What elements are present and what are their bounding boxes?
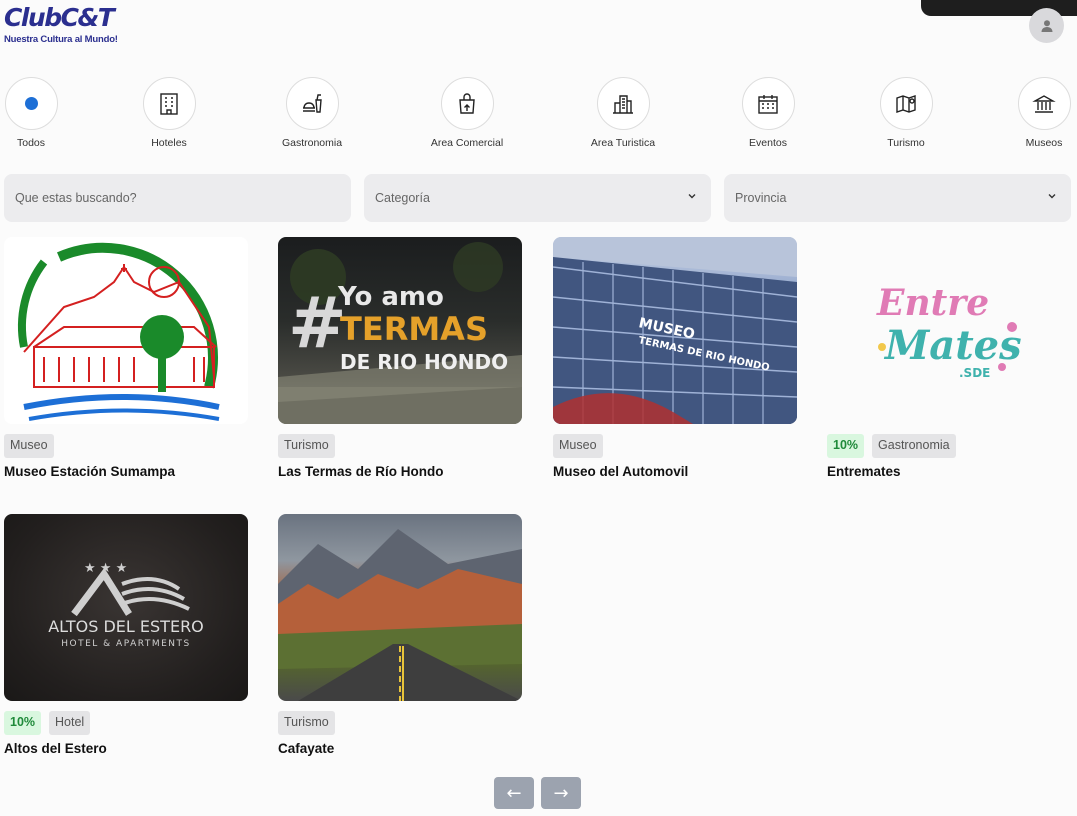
category-tag: Turismo bbox=[278, 711, 335, 735]
category-tag: Gastronomia bbox=[872, 434, 956, 458]
museum-building-image: MUSEO TERMAS DE RIO HONDO bbox=[553, 237, 797, 424]
card-title: Las Termas de Río Hondo bbox=[278, 464, 444, 479]
logo-tagline: Nuestra Cultura al Mundo! bbox=[4, 34, 118, 45]
category-museos[interactable]: Museos bbox=[994, 77, 1077, 149]
category-circle bbox=[142, 77, 196, 130]
card-cafayate[interactable]: Turismo Cafayate bbox=[278, 514, 523, 756]
previous-page-button[interactable]: ← bbox=[494, 777, 534, 809]
termas-sign-image: Yo amo # TERMAS DE RIO HONDO bbox=[278, 242, 522, 424]
sumampa-logo-image bbox=[18, 242, 220, 421]
shopping-bag-icon bbox=[459, 92, 475, 114]
city-icon bbox=[613, 94, 633, 114]
category-circle bbox=[741, 77, 795, 130]
card-image: MUSEO TERMAS DE RIO HONDO bbox=[553, 237, 797, 424]
card-title: Entremates bbox=[827, 464, 901, 479]
card-tags: 10% Hotel bbox=[4, 711, 249, 735]
category-tag: Hotel bbox=[49, 711, 91, 735]
category-label: Area Comercial bbox=[430, 137, 504, 149]
card-title: Museo del Automovil bbox=[553, 464, 689, 479]
sign-text: Yo amo bbox=[337, 282, 444, 312]
logo-word: Mates bbox=[883, 322, 1022, 369]
card-image bbox=[278, 514, 522, 701]
card-tags: Museo bbox=[553, 434, 798, 458]
sign-text: TERMAS bbox=[340, 310, 488, 348]
card-altos-del-estero[interactable]: ★ ★ ★ ALTOS DEL ESTERO HOTEL & APARTMENT… bbox=[4, 514, 249, 756]
card-museo-automovil[interactable]: MUSEO TERMAS DE RIO HONDO Museo Museo de… bbox=[553, 237, 798, 479]
category-eventos[interactable]: Eventos bbox=[718, 77, 818, 149]
card-title: Altos del Estero bbox=[4, 741, 107, 756]
category-tag: Turismo bbox=[278, 434, 335, 458]
category-circle bbox=[440, 77, 494, 130]
discount-badge: 10% bbox=[4, 711, 42, 735]
search-input[interactable] bbox=[15, 191, 340, 205]
food-icon bbox=[303, 93, 322, 113]
category-turismo[interactable]: Turismo bbox=[856, 77, 956, 149]
category-circle bbox=[1017, 77, 1071, 130]
logo-name: ALTOS DEL ESTERO bbox=[48, 617, 204, 636]
category-area-turistica[interactable]: Area Turistica bbox=[573, 77, 673, 149]
map-icon bbox=[896, 94, 916, 113]
card-tags: 10% Gastronomia bbox=[827, 434, 1072, 458]
club-logo[interactable]: ClubC&T Nuestra Cultura al Mundo! bbox=[4, 3, 118, 46]
category-label: Eventos bbox=[749, 137, 787, 149]
card-title: Cafayate bbox=[278, 741, 335, 756]
logo-word: .SDE bbox=[959, 366, 990, 380]
card-image: Entre Mates .SDE bbox=[827, 237, 1071, 424]
logo-text: ClubC&T bbox=[4, 3, 115, 32]
category-label: Gastronomia bbox=[281, 137, 343, 149]
sign-text: DE RIO HONDO bbox=[340, 350, 508, 374]
entremates-logo-image: Entre Mates .SDE bbox=[876, 282, 1022, 380]
card-image: ★ ★ ★ ALTOS DEL ESTERO HOTEL & APARTMENT… bbox=[4, 514, 248, 701]
chevron-down-icon bbox=[1048, 194, 1056, 199]
category-todos[interactable]: Todos bbox=[0, 77, 81, 149]
category-tag: Museo bbox=[553, 434, 603, 458]
category-select-label: Categoría bbox=[375, 191, 430, 205]
category-label: Todos bbox=[16, 137, 46, 149]
category-circle bbox=[596, 77, 650, 130]
card-tags: Museo bbox=[4, 434, 249, 458]
category-label: Hoteles bbox=[151, 137, 187, 149]
altos-logo-image: ★ ★ ★ ALTOS DEL ESTERO HOTEL & APARTMENT… bbox=[48, 561, 204, 649]
next-page-button[interactable]: → bbox=[541, 777, 581, 809]
card-image: Yo amo # TERMAS DE RIO HONDO bbox=[278, 237, 522, 424]
user-icon bbox=[1041, 19, 1052, 32]
card-entremates[interactable]: Entre Mates .SDE 10% Gastronomia Entrema… bbox=[827, 237, 1072, 479]
category-circle bbox=[4, 77, 58, 130]
chevron-down-icon bbox=[688, 194, 696, 199]
category-select[interactable]: Categoría bbox=[364, 174, 711, 222]
cafayate-landscape-image bbox=[278, 529, 522, 701]
category-gastronomia[interactable]: Gastronomia bbox=[262, 77, 362, 149]
category-circle bbox=[285, 77, 339, 130]
category-label: Museos bbox=[1025, 137, 1063, 149]
logo-word: Entre bbox=[876, 282, 989, 324]
dot-icon bbox=[24, 97, 38, 110]
card-image bbox=[4, 237, 248, 424]
card-tags: Turismo bbox=[278, 711, 523, 735]
card-museo-estacion-sumampa[interactable]: Museo Museo Estación Sumampa bbox=[4, 237, 249, 479]
card-termas-rio-hondo[interactable]: Yo amo # TERMAS DE RIO HONDO Turismo Las… bbox=[278, 237, 523, 479]
category-label: Turismo bbox=[887, 137, 925, 149]
category-hoteles[interactable]: Hoteles bbox=[119, 77, 219, 149]
calendar-icon bbox=[758, 94, 778, 114]
category-area-comercial[interactable]: Area Comercial bbox=[417, 77, 517, 149]
user-avatar-button[interactable] bbox=[1029, 8, 1064, 43]
page: ClubC&T Nuestra Cultura al Mundo! Todos … bbox=[0, 0, 1077, 816]
logo-subtitle: HOTEL & APARTMENTS bbox=[61, 639, 190, 649]
category-tag: Museo bbox=[4, 434, 54, 458]
card-tags: Turismo bbox=[278, 434, 523, 458]
search-field[interactable] bbox=[4, 174, 351, 222]
category-circle bbox=[879, 77, 933, 130]
hotel-icon bbox=[160, 92, 178, 115]
province-select[interactable]: Provincia bbox=[724, 174, 1071, 222]
discount-badge: 10% bbox=[827, 434, 865, 458]
museum-icon bbox=[1032, 94, 1056, 113]
svg-text:#: # bbox=[288, 282, 347, 364]
category-label: Area Turistica bbox=[590, 137, 656, 149]
card-title: Museo Estación Sumampa bbox=[4, 464, 176, 479]
province-select-label: Provincia bbox=[735, 191, 787, 205]
